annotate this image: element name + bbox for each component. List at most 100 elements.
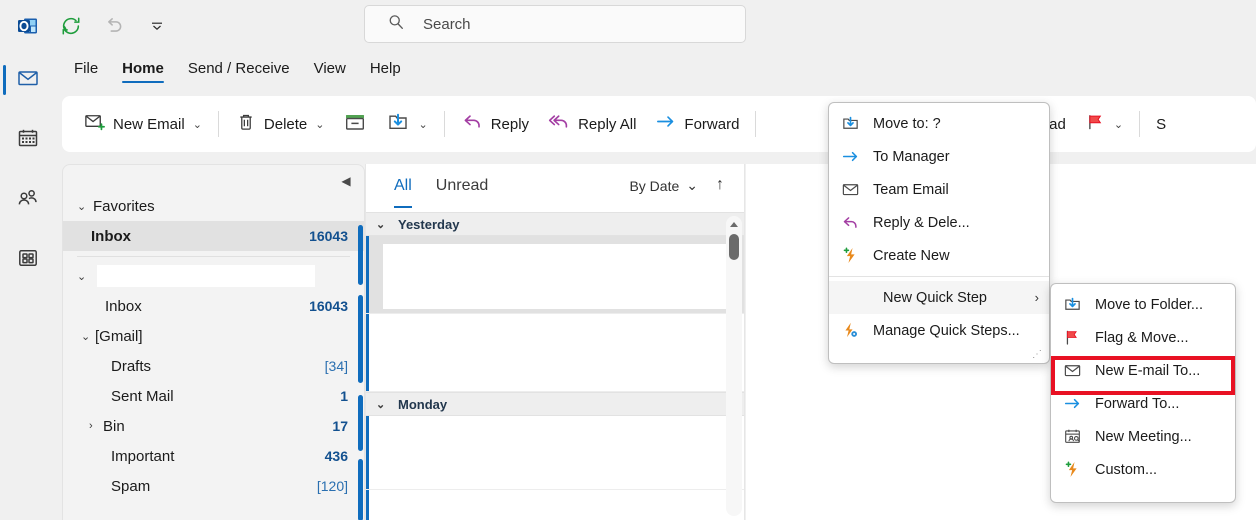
archive-button[interactable] [333,104,377,144]
account-header[interactable]: ⌄ [63,261,364,291]
submenu-item-move-to-folder[interactable]: Move to Folder... [1051,288,1235,321]
move-to-caret[interactable]: ⌄ [418,118,427,131]
ribbon-overflow-button[interactable]: S [1147,104,1175,144]
trash-icon [235,111,257,138]
mail-icon [16,66,40,95]
message-list-scrollbar[interactable] [726,216,742,516]
reply-button[interactable]: Reply [452,104,538,144]
folder-drafts[interactable]: Drafts [34] [63,351,364,381]
message-group-monday[interactable]: ⌄ Monday [366,392,744,416]
menu-item-team-email[interactable]: Team Email [829,173,1049,206]
chevron-down-icon: ⌄ [686,177,698,193]
submenu-item-custom[interactable]: Custom... [1051,453,1235,486]
menu-item-new-quick-step[interactable]: New Quick Step › [829,281,1049,314]
unread-accent-bar [366,490,369,520]
folder-favorites-inbox[interactable]: Inbox 16043 [63,221,364,251]
new-email-icon [83,110,106,138]
flag-caret[interactable]: ⌄ [1114,118,1123,131]
undo-icon[interactable] [99,11,129,41]
menu-item-move-to[interactable]: Move to: ? [829,107,1049,140]
filter-tab-unread[interactable]: Unread [436,177,488,199]
sort-selector[interactable]: By Date ⌄ [629,177,698,194]
folder-label: Important [111,447,175,465]
ribbon-divider-2 [443,111,445,137]
message-list-item[interactable] [366,490,744,520]
folder-important[interactable]: Important 436 [63,441,364,471]
message-group-yesterday[interactable]: ⌄ Yesterday [366,212,744,236]
folder-spam[interactable]: Spam [120] [63,471,364,501]
submenu-item-new-meeting[interactable]: New Meeting... [1051,420,1235,453]
favorites-header[interactable]: ⌄ Favorites [63,191,364,221]
message-list-filter-tabs: All Unread By Date ⌄ ↑ [366,164,744,212]
message-content-redacted [383,244,736,309]
menu-item-label: Team Email [873,181,949,198]
flag-button[interactable]: ⌄ [1075,104,1132,144]
chevron-down-icon: ⌄ [376,218,386,231]
new-email-caret[interactable]: ⌄ [193,118,202,131]
chevron-right-icon[interactable]: › [89,420,103,432]
menu-item-create-new[interactable]: Create New [829,239,1049,272]
sort-label: By Date [629,177,680,194]
submenu-item-label: Forward To... [1095,395,1180,412]
new-quick-step-icon [839,246,861,265]
tab-file[interactable]: File [62,58,110,85]
archive-icon [342,110,368,139]
folder-label: Sent Mail [111,387,174,405]
folder-gmail[interactable]: ⌄ [Gmail] [63,321,364,351]
people-icon [16,186,40,215]
move-to-button[interactable]: ⌄ [377,104,436,144]
menu-item-label: Reply & Dele... [873,214,970,231]
message-list-item[interactable] [366,416,744,490]
menu-item-manage-quick-steps[interactable]: Manage Quick Steps... [829,314,1049,347]
tab-home[interactable]: Home [110,58,176,85]
tab-help[interactable]: Help [358,58,413,85]
tab-view[interactable]: View [302,58,358,85]
menu-item-reply-and-delete[interactable]: Reply & Dele... [829,206,1049,239]
search-input[interactable]: Search [364,5,746,43]
folder-inbox[interactable]: Inbox 16043 [63,291,364,321]
customize-quick-access-toolbar-icon[interactable] [142,11,172,41]
ribbon-overflow-label: S [1156,115,1167,133]
menu-item-label: To Manager [873,148,950,165]
folder-pane-scrollbar[interactable] [358,191,363,520]
filter-tab-all[interactable]: All [394,177,412,208]
manage-quick-steps-icon [839,321,861,340]
outlook-window: Search File Home Send / Receive View Hel… [0,0,1256,520]
move-to-folder-icon [1061,295,1083,314]
search-placeholder: Search [423,15,471,33]
send-receive-all-icon[interactable] [56,11,86,41]
new-email-button[interactable]: New Email ⌄ [74,104,211,144]
rail-item-mail[interactable] [3,62,46,98]
rail-item-people[interactable] [10,182,46,218]
outlook-logo-icon[interactable] [13,11,43,41]
chevron-down-icon[interactable]: ⌄ [81,330,95,343]
collapse-pane-icon[interactable]: ◀ [336,171,356,191]
flag-move-icon [1061,328,1083,347]
sort-ascending-icon[interactable]: ↑ [716,176,724,194]
scrollbar-thumb[interactable] [729,234,739,260]
reply-all-button[interactable]: Reply All [538,104,645,144]
forward-button[interactable]: Forward [645,104,748,144]
tab-send-receive[interactable]: Send / Receive [176,58,302,85]
ribbon-divider-4 [1139,111,1141,137]
scroll-up-arrow-icon[interactable] [730,222,738,227]
delete-button[interactable]: Delete ⌄ [226,104,334,144]
delete-caret[interactable]: ⌄ [315,118,324,131]
submenu-item-flag-and-move[interactable]: Flag & Move... [1051,321,1235,354]
folder-bin[interactable]: › Bin 17 [63,411,364,441]
rail-item-apps[interactable] [10,242,46,278]
message-list-item[interactable] [366,236,744,314]
envelope-icon [839,180,861,199]
folder-count: 16043 [309,228,348,244]
message-list-item[interactable] [366,314,744,392]
menu-item-to-manager[interactable]: To Manager [829,140,1049,173]
menu-separator [829,276,1049,277]
folder-sent-mail[interactable]: Sent Mail 1 [63,381,364,411]
chevron-right-icon: › [1034,290,1039,305]
submenu-item-new-email-to[interactable]: New E-mail To... [1051,354,1235,387]
folder-label: Bin [103,417,125,435]
resize-grip-icon[interactable]: ⋰ [1032,349,1043,360]
rail-item-calendar[interactable] [10,122,46,158]
submenu-item-forward-to[interactable]: Forward To... [1051,387,1235,420]
folder-label: [Gmail] [95,327,143,345]
